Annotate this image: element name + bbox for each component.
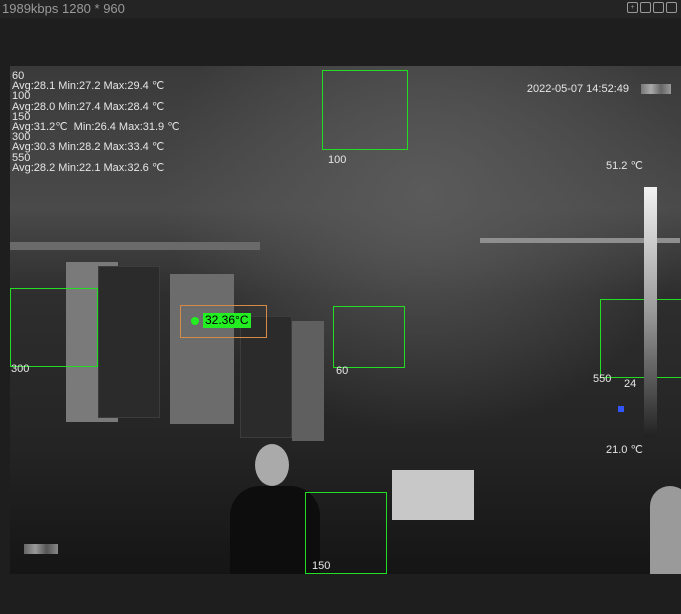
roi-label-100: 100: [328, 154, 347, 166]
fullscreen-icon[interactable]: [666, 2, 677, 13]
spot-marker-icon: [191, 317, 199, 325]
partial-label: 24: [624, 378, 637, 390]
roi-box-60[interactable]: [333, 306, 405, 368]
roi-label-550: 550: [593, 373, 612, 385]
monitor: [392, 470, 474, 520]
roi-label-300: 300: [11, 363, 30, 375]
window: [98, 266, 160, 418]
record-icon[interactable]: [653, 2, 664, 13]
scale-max-temp: 51.2 ℃: [606, 160, 643, 172]
bitrate-resolution: 1989kbps 1280 * 960: [2, 1, 125, 16]
cold-spot-marker: [618, 406, 624, 412]
spot-measurement[interactable]: 32.36°C: [180, 305, 267, 338]
temperature-scale-bar: [644, 187, 657, 437]
roi-box-100[interactable]: [322, 70, 408, 150]
zoom-icon[interactable]: +: [627, 2, 638, 13]
person-silhouette: [650, 486, 681, 574]
spot-temperature: 32.36°C: [203, 313, 251, 328]
ceiling-light: [10, 242, 260, 250]
top-bar: 1989kbps 1280 * 960 +: [0, 0, 681, 18]
roi-box-300[interactable]: [10, 288, 98, 367]
person-head: [255, 444, 289, 486]
timestamp: 2022-05-07 14:52:49: [526, 83, 629, 95]
wall-panel: [170, 274, 234, 424]
toolbar-icons: +: [627, 2, 677, 13]
scale-min-temp: 21.0 ℃: [606, 444, 643, 456]
thermal-video-feed[interactable]: 60 Avg:28.1 Min:27.2 Max:29.4 ℃ 100 Avg:…: [10, 66, 681, 574]
roi-temperature-overlay: 60 Avg:28.1 Min:27.2 Max:29.4 ℃ 100 Avg:…: [12, 70, 180, 174]
roi-label-150: 150: [312, 560, 331, 572]
snapshot-icon[interactable]: [640, 2, 651, 13]
masked-caption: [24, 544, 58, 554]
roi-label-60: 60: [336, 365, 349, 377]
roi-box-550[interactable]: [600, 299, 681, 378]
wall-panel: [292, 321, 324, 441]
masked-logo: [641, 84, 671, 94]
